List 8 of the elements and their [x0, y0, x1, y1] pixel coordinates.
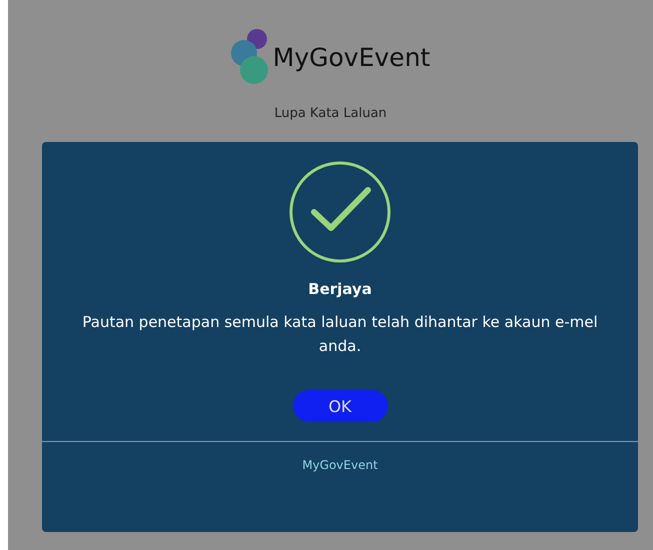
logo-text: MyGovEvent	[272, 42, 430, 72]
page-title: Lupa Kata Laluan	[274, 106, 387, 121]
ok-button[interactable]: OK	[292, 390, 388, 422]
dialog-title: Berjaya	[308, 280, 372, 298]
logo-circles-icon	[230, 28, 271, 86]
dialog-message: Pautan penetapan semula kata laluan telah dihantar ke akaun e-mel anda.	[81, 312, 599, 357]
success-check-icon	[288, 160, 392, 264]
dialog-footer-text: MyGovEvent	[302, 458, 378, 472]
